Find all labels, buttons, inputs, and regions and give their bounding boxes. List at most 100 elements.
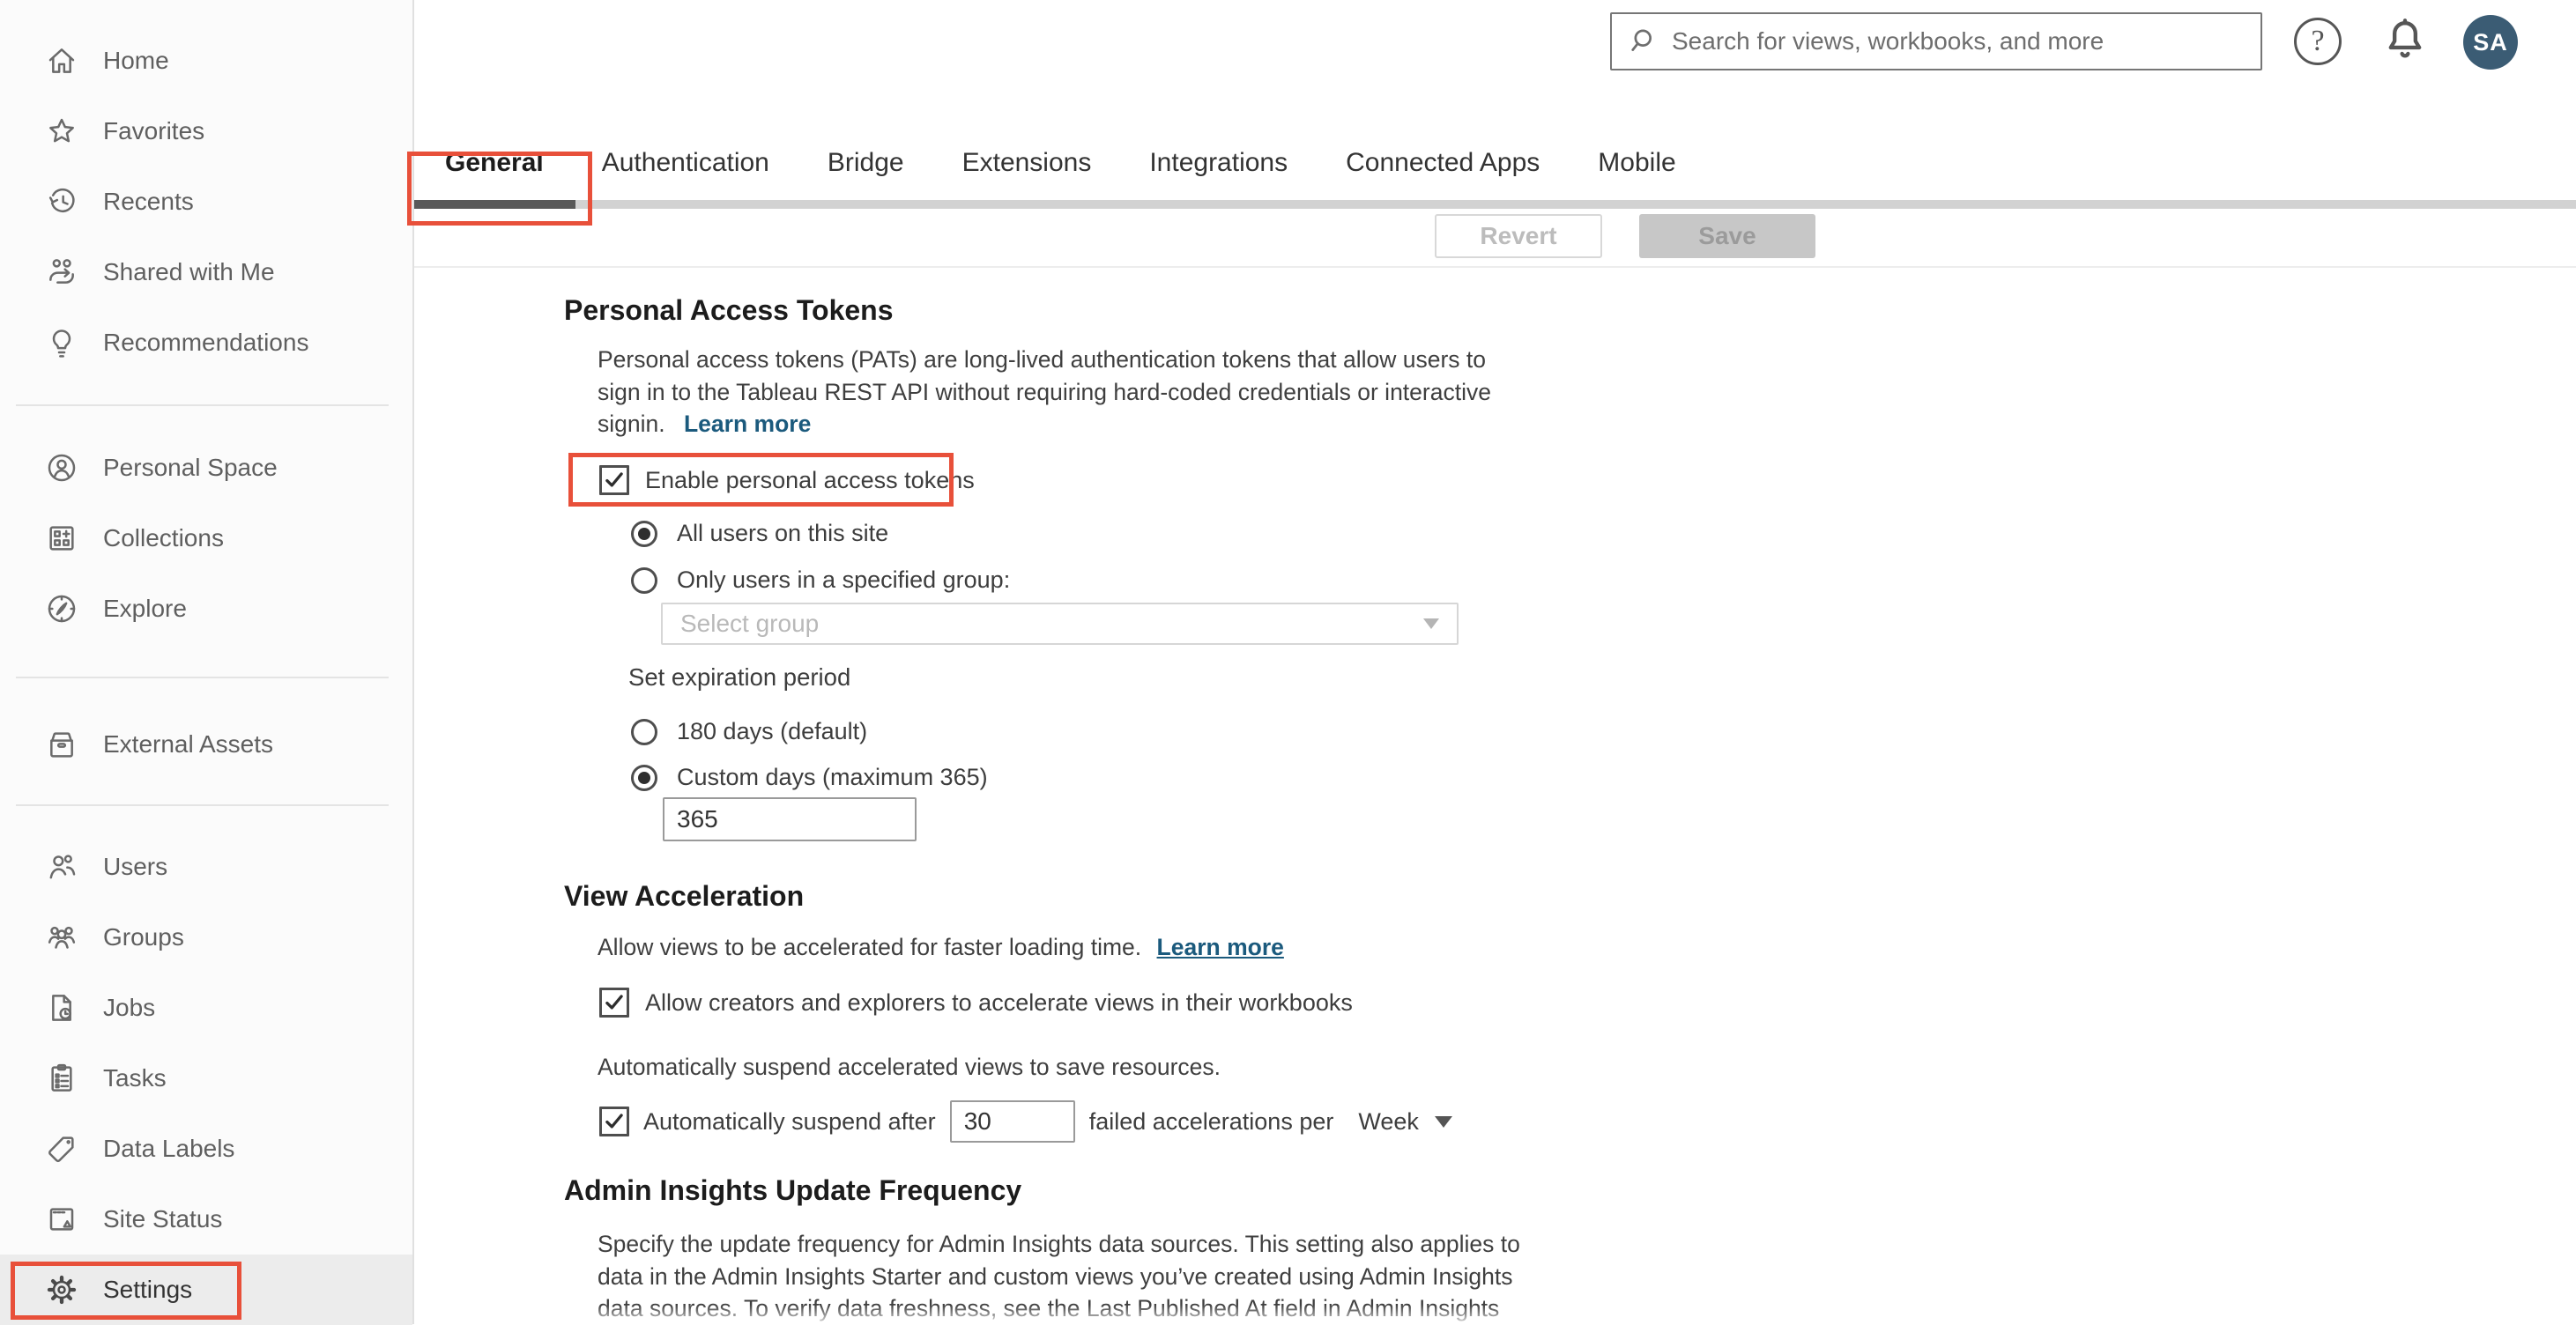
- specified-group-radio[interactable]: [631, 566, 657, 594]
- enable-pat-row: Enable personal access tokens: [599, 465, 975, 495]
- lightbulb-icon: [44, 325, 79, 360]
- admin-insights-description: Specify the update frequency for Admin I…: [598, 1228, 1520, 1325]
- sidebar-item-home[interactable]: Home: [0, 26, 412, 96]
- recents-clock-icon: [44, 184, 79, 219]
- tab-bridge[interactable]: Bridge: [828, 148, 904, 199]
- search-box: [1610, 12, 2262, 70]
- search-input[interactable]: [1672, 27, 2245, 56]
- admin-insights-title: Admin Insights Update Frequency: [564, 1174, 1022, 1206]
- admin-insights-description-line: Specify the update frequency for Admin I…: [598, 1231, 1520, 1257]
- sidebar-item-jobs[interactable]: Jobs: [0, 973, 412, 1043]
- tab-extensions[interactable]: Extensions: [962, 148, 1092, 199]
- collections-grid-icon: [44, 521, 79, 556]
- days-default-label: 180 days (default): [677, 718, 868, 744]
- sidebar-item-recommendations[interactable]: Recommendations: [0, 307, 412, 378]
- sidebar-group-assets: External Assets: [0, 709, 412, 780]
- sidebar-item-tasks[interactable]: Tasks: [0, 1043, 412, 1114]
- view-acceleration-description: Allow views to be accelerated for faster…: [598, 934, 1284, 960]
- enable-pat-checkbox[interactable]: [599, 465, 629, 495]
- sidebar-item-groups[interactable]: Groups: [0, 902, 412, 973]
- sidebar-item-explore[interactable]: Explore: [0, 574, 412, 644]
- sidebar-item-label: Site Status: [103, 1205, 223, 1232]
- tab-general[interactable]: General: [445, 148, 544, 199]
- home-icon: [44, 43, 79, 78]
- days-custom-radio-row: Custom days (maximum 365): [631, 764, 988, 791]
- specified-group-radio-row: Only users in a specified group:: [631, 566, 1010, 594]
- allow-acceleration-label: Allow creators and explorers to accelera…: [645, 988, 1353, 1016]
- sidebar-item-label: Favorites: [103, 117, 205, 144]
- main-content: General Authentication Bridge Extensions…: [414, 0, 2576, 1324]
- sidebar-divider: [16, 404, 389, 406]
- sidebar-item-personal-space[interactable]: Personal Space: [0, 433, 412, 503]
- sidebar-item-site-status[interactable]: Site Status: [0, 1184, 412, 1255]
- groups-icon: [44, 920, 79, 955]
- tab-underline-track: [414, 200, 2576, 209]
- pat-description-line: signin. Learn more: [598, 411, 812, 437]
- sidebar-item-favorites[interactable]: Favorites: [0, 96, 412, 167]
- checkmark-icon: [605, 995, 623, 1010]
- sidebar-divider: [16, 804, 389, 806]
- sidebar-item-label: Tasks: [103, 1064, 167, 1092]
- sidebar-item-label: Jobs: [103, 994, 156, 1021]
- tab-connected-apps[interactable]: Connected Apps: [1346, 148, 1540, 199]
- star-icon: [44, 114, 79, 149]
- sidebar-item-users[interactable]: Users: [0, 832, 412, 902]
- sidebar-item-collections[interactable]: Collections: [0, 503, 412, 574]
- view-acceleration-learn-more-link[interactable]: Learn more: [1157, 934, 1284, 960]
- sidebar-item-external-assets[interactable]: External Assets: [0, 709, 412, 780]
- tab-mobile[interactable]: Mobile: [1598, 148, 1675, 199]
- auto-suspend-checkbox[interactable]: [599, 1107, 629, 1136]
- sidebar-item-label: Users: [103, 853, 168, 880]
- select-group-dropdown[interactable]: Select group: [661, 603, 1459, 645]
- toolbar-divider: [414, 266, 2576, 268]
- sidebar-item-label: Personal Space: [103, 454, 278, 481]
- days-custom-radio[interactable]: [631, 764, 657, 791]
- days-default-radio[interactable]: [631, 718, 657, 745]
- jobs-document-icon: [44, 990, 79, 1025]
- sidebar-group-main: Home Favorites Recents Shared with Me Re…: [0, 26, 412, 378]
- sidebar-item-label: Home: [103, 47, 169, 74]
- sidebar-group-personal: Personal Space Collections Explore: [0, 433, 412, 644]
- suspend-period-select[interactable]: Week: [1358, 1108, 1452, 1136]
- allow-acceleration-row: Allow creators and explorers to accelera…: [599, 988, 1353, 1018]
- sidebar: Home Favorites Recents Shared with Me Re…: [0, 0, 414, 1325]
- site-status-icon: [44, 1202, 79, 1237]
- users-icon: [44, 849, 79, 885]
- auto-suspend-prefix-label: Automatically suspend after: [643, 1107, 936, 1135]
- checkmark-icon: [605, 472, 623, 487]
- sidebar-item-label: Groups: [103, 923, 184, 951]
- view-acceleration-title: View Acceleration: [564, 880, 805, 912]
- avatar[interactable]: SA: [2463, 15, 2518, 70]
- sidebar-item-data-labels[interactable]: Data Labels: [0, 1114, 412, 1184]
- sidebar-item-label: Data Labels: [103, 1135, 235, 1162]
- sidebar-divider: [16, 677, 389, 678]
- failed-accelerations-input[interactable]: [949, 1100, 1075, 1143]
- save-button[interactable]: Save: [1639, 214, 1815, 258]
- help-icon[interactable]: ?: [2294, 18, 2342, 65]
- pat-description: Personal access tokens (PATs) are long-l…: [598, 344, 1491, 440]
- all-users-label: All users on this site: [677, 520, 889, 546]
- allow-acceleration-checkbox[interactable]: [599, 988, 629, 1018]
- days-custom-label: Custom days (maximum 365): [677, 764, 988, 790]
- sidebar-item-recents[interactable]: Recents: [0, 167, 412, 237]
- sidebar-item-label: Shared with Me: [103, 258, 275, 285]
- notifications-bell-icon[interactable]: [2379, 12, 2431, 67]
- custom-days-input[interactable]: [663, 797, 917, 841]
- external-assets-box-icon: [44, 727, 79, 762]
- tab-integrations[interactable]: Integrations: [1149, 148, 1288, 199]
- compass-icon: [44, 591, 79, 626]
- enable-pat-label: Enable personal access tokens: [645, 466, 975, 493]
- pat-section-title: Personal Access Tokens: [564, 294, 894, 326]
- revert-button[interactable]: Revert: [1435, 214, 1602, 258]
- admin-insights-description-line: data sources. To verify data freshness, …: [598, 1295, 1500, 1321]
- sidebar-item-label: Recents: [103, 188, 194, 215]
- active-tab-underline: [414, 200, 575, 209]
- sidebar-item-label: Settings: [103, 1276, 193, 1303]
- pat-description-line: Personal access tokens (PATs) are long-l…: [598, 346, 1487, 373]
- tab-authentication[interactable]: Authentication: [602, 148, 769, 199]
- auto-suspend-suffix-label: failed accelerations per: [1088, 1107, 1334, 1135]
- sidebar-item-settings[interactable]: Settings: [0, 1255, 412, 1325]
- all-users-radio[interactable]: [631, 520, 657, 547]
- pat-learn-more-link[interactable]: Learn more: [684, 411, 811, 437]
- sidebar-item-shared-with-me[interactable]: Shared with Me: [0, 237, 412, 307]
